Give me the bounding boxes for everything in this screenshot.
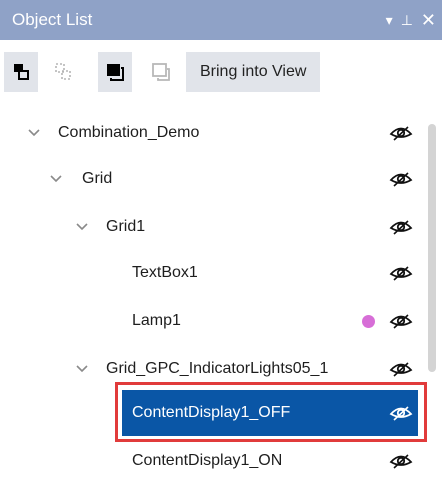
tree-row[interactable]: Grid <box>0 156 422 202</box>
tree-item-label: Grid <box>82 170 113 187</box>
tree-item-label: Lamp1 <box>132 312 181 329</box>
tree-item-label: ContentDisplay1_OFF <box>132 404 291 421</box>
dropdown-icon[interactable]: ▾ <box>386 12 393 29</box>
bring-forward-button[interactable] <box>4 52 38 92</box>
visibility-eye-icon[interactable] <box>388 402 414 424</box>
visibility-eye-icon[interactable] <box>388 262 414 284</box>
send-to-back-button[interactable] <box>144 52 178 92</box>
visibility-eye-icon[interactable] <box>388 122 414 144</box>
chevron-down-icon[interactable] <box>46 169 66 189</box>
visibility-eye-icon[interactable] <box>388 310 414 332</box>
visibility-eye-icon[interactable] <box>388 168 414 190</box>
tree-item-label: Grid_GPC_IndicatorLights05_1 <box>106 360 329 377</box>
visibility-eye-icon[interactable] <box>388 216 414 238</box>
tree-row[interactable]: Lamp1 <box>0 298 422 344</box>
tree-item-label: Combination_Demo <box>58 124 200 141</box>
visibility-eye-icon[interactable] <box>388 450 414 472</box>
tree-row-selected[interactable]: ContentDisplay1_OFF <box>122 390 418 436</box>
pin-icon[interactable]: ⊥ <box>401 12 413 29</box>
tree-item-label: Grid1 <box>106 218 146 235</box>
panel-titlebar: Object List ▾ ⊥ ✕ <box>0 0 442 40</box>
tree-row[interactable]: Grid1 <box>0 204 422 250</box>
tree-item-label: ContentDisplay1_ON <box>132 452 283 469</box>
chevron-down-icon[interactable] <box>72 217 92 237</box>
tree-row[interactable]: Combination_Demo <box>0 110 422 156</box>
vertical-scrollbar[interactable] <box>428 124 436 372</box>
toolbar: Bring into View <box>0 40 442 108</box>
panel-title: Object List <box>12 10 93 29</box>
bring-into-view-button[interactable]: Bring into View <box>186 52 321 92</box>
visibility-eye-icon[interactable] <box>388 358 414 380</box>
tree-item-label: TextBox1 <box>132 264 198 281</box>
bring-to-front-button[interactable] <box>98 52 132 92</box>
panel-controls: ▾ ⊥ ✕ <box>386 0 436 40</box>
bring-forward-icon <box>14 64 29 80</box>
chevron-down-icon[interactable] <box>72 359 92 379</box>
send-backward-button[interactable] <box>46 52 80 92</box>
tree-row[interactable]: TextBox1 <box>0 250 422 296</box>
chevron-down-icon[interactable] <box>24 123 44 143</box>
status-dot <box>362 315 375 328</box>
object-tree: Combination_Demo Grid Grid1 TextBox1 Lam… <box>0 108 422 482</box>
tree-row[interactable]: Grid_GPC_IndicatorLights05_1 <box>0 346 422 392</box>
tree-row[interactable]: ContentDisplay1_ON <box>0 438 422 482</box>
send-to-back-icon <box>152 63 170 81</box>
close-icon[interactable]: ✕ <box>421 10 436 31</box>
send-backward-icon <box>55 63 71 80</box>
bring-to-front-icon <box>107 64 124 81</box>
